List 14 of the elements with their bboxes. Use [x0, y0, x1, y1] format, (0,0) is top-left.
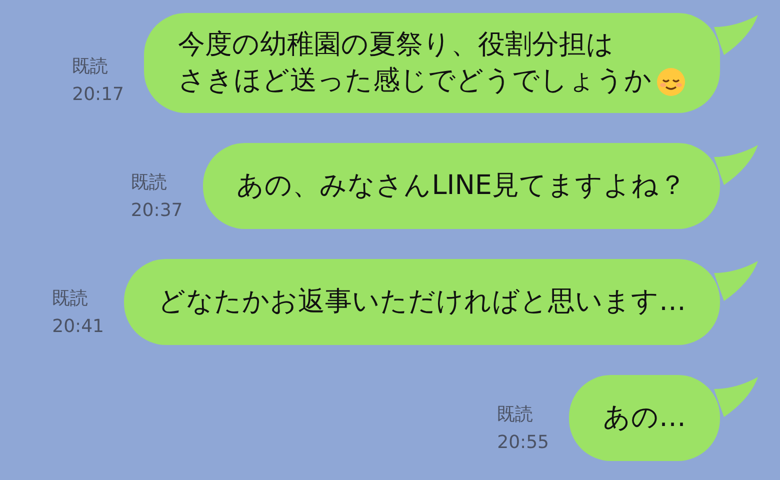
read-receipt: 既読	[497, 403, 534, 427]
relieved-face-icon	[656, 67, 686, 97]
message-text: どなたかお返事いただければと思います…	[158, 285, 686, 319]
read-receipt: 既読	[130, 171, 168, 195]
message-text: あの、みなさんLINE見てますよね？	[236, 169, 686, 203]
message-text: あの…	[603, 401, 686, 435]
read-receipt: 既読	[52, 287, 90, 311]
message-time: 20:17	[72, 83, 124, 107]
message-time: 20:37	[130, 199, 183, 223]
message-time: 20:41	[52, 315, 104, 339]
message-time: 20:55	[497, 431, 549, 455]
message-text: 今度の幼稚園の夏祭り、役割分担は	[178, 28, 614, 62]
read-receipt: 既読	[72, 55, 110, 79]
message-text: さきほど送った感じでどうでしょうか	[178, 64, 652, 98]
